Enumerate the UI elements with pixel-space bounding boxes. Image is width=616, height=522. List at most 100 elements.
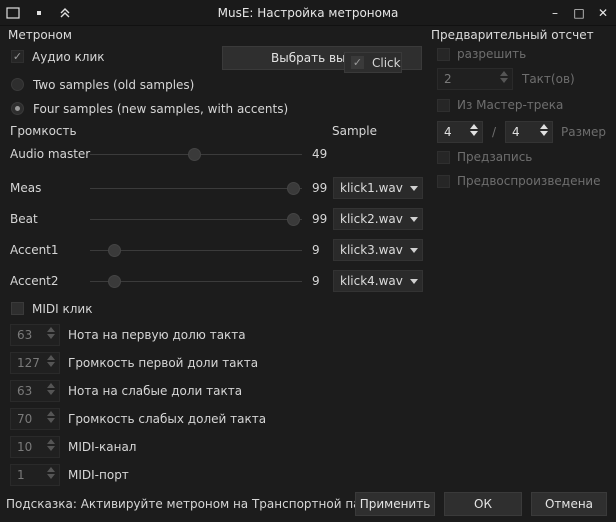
volume-row-label: Accent1 bbox=[10, 243, 59, 257]
midi-row-label: MIDI-порт bbox=[68, 468, 129, 482]
four-samples-label: Four samples (new samples, with accents) bbox=[33, 102, 289, 116]
signature-numerator-value: 4 bbox=[444, 125, 452, 139]
click-output-popup[interactable]: ✓ Click bbox=[344, 52, 402, 73]
chevron-down-icon bbox=[410, 248, 418, 253]
spin-arrows-icon bbox=[47, 383, 55, 395]
meas-sample-select[interactable]: klick1.wav bbox=[333, 177, 423, 199]
precount-bars-value: 2 bbox=[444, 72, 452, 86]
precount-enable-checkbox[interactable] bbox=[437, 48, 450, 61]
four-samples-radio[interactable] bbox=[11, 102, 24, 115]
midi-row-label: MIDI-канал bbox=[68, 440, 137, 454]
midi-spin[interactable]: 10 bbox=[10, 436, 60, 458]
audio-master-slider-knob[interactable] bbox=[187, 148, 201, 161]
preroll-checkbox[interactable] bbox=[437, 175, 450, 188]
midi-spin-value: 63 bbox=[17, 328, 33, 342]
signature-numerator-spin[interactable]: 4 bbox=[437, 121, 483, 143]
accent2-sample-select[interactable]: klick4.wav bbox=[333, 270, 423, 292]
signature-denominator-spin[interactable]: 4 bbox=[505, 121, 553, 143]
midi-click-checkbox[interactable] bbox=[11, 302, 24, 315]
spin-arrows-icon bbox=[470, 124, 478, 136]
midi-spin-value: 70 bbox=[17, 412, 33, 426]
chevron-down-icon bbox=[410, 279, 418, 284]
audio-click-checkbox[interactable]: ✓ bbox=[11, 50, 24, 63]
midi-spin[interactable]: 1 bbox=[10, 464, 60, 486]
two-samples-radio[interactable] bbox=[11, 78, 24, 91]
cancel-button[interactable]: Отмена bbox=[531, 492, 607, 516]
accent1-slider[interactable] bbox=[90, 250, 302, 251]
beat-slider-knob[interactable] bbox=[287, 213, 300, 226]
chevron-down-icon bbox=[410, 186, 418, 191]
midi-row-label: Громкость слабых долей такта bbox=[68, 412, 267, 426]
precount-section-title: Предварительный отсчет bbox=[431, 28, 594, 42]
prerecord-label: Предзапись bbox=[457, 150, 533, 164]
signature-size-label: Размер bbox=[561, 125, 607, 139]
from-master-label: Из Мастер-трека bbox=[457, 98, 564, 112]
spin-arrows-icon bbox=[47, 439, 55, 451]
beat-sample-value: klick2.wav bbox=[340, 212, 403, 226]
midi-spin[interactable]: 70 bbox=[10, 408, 60, 430]
spin-arrows-icon bbox=[47, 327, 55, 339]
close-button[interactable]: ✕ bbox=[594, 4, 612, 22]
volume-row-label: Meas bbox=[10, 181, 42, 195]
signature-separator: / bbox=[492, 125, 497, 139]
meas-sample-value: klick1.wav bbox=[340, 181, 403, 195]
ok-button[interactable]: ОК bbox=[444, 492, 522, 516]
select-outputs-label: Выбрать вых bbox=[271, 51, 353, 65]
spin-arrows-icon bbox=[47, 355, 55, 367]
volume-value: 49 bbox=[312, 147, 328, 161]
precount-enable-label: разрешить bbox=[457, 47, 527, 61]
midi-spin-value: 127 bbox=[17, 356, 40, 370]
beat-sample-select[interactable]: klick2.wav bbox=[333, 208, 423, 230]
sample-header: Sample bbox=[332, 124, 377, 138]
midi-row-label: Нота на первую долю такта bbox=[68, 328, 246, 342]
midi-click-label: MIDI клик bbox=[32, 302, 93, 316]
window-title: MusE: Настройка метронома bbox=[217, 6, 399, 20]
accent1-sample-value: klick3.wav bbox=[340, 243, 403, 257]
midi-spin-value: 10 bbox=[17, 440, 33, 454]
volume-row-label: Audio master bbox=[10, 147, 91, 161]
midi-spin-value: 1 bbox=[17, 468, 25, 482]
volume-header: Громкость bbox=[10, 124, 77, 138]
volume-row-label: Accent2 bbox=[10, 274, 59, 288]
minimize-button[interactable]: – bbox=[546, 4, 564, 22]
midi-row-label: Нота на слабые доли такта bbox=[68, 384, 243, 398]
apply-button[interactable]: Применить bbox=[355, 492, 435, 516]
volume-value: 9 bbox=[312, 243, 320, 257]
volume-value: 99 bbox=[312, 212, 328, 226]
meas-slider-knob[interactable] bbox=[287, 182, 300, 195]
from-master-checkbox[interactable] bbox=[437, 99, 450, 112]
midi-row-label: Громкость первой доли такта bbox=[68, 356, 259, 370]
midi-spin[interactable]: 63 bbox=[10, 324, 60, 346]
signature-denominator-value: 4 bbox=[512, 125, 520, 139]
spin-arrows-icon bbox=[47, 411, 55, 423]
volume-row-label: Beat bbox=[10, 212, 38, 226]
accent1-sample-select[interactable]: klick3.wav bbox=[333, 239, 423, 261]
maximize-button[interactable]: □ bbox=[570, 4, 588, 22]
audio-click-label: Аудио клик bbox=[32, 50, 105, 64]
accent2-slider-knob[interactable] bbox=[107, 275, 121, 288]
title-bar: MusE: Настройка метронома – □ ✕ bbox=[0, 0, 616, 26]
beat-slider[interactable] bbox=[90, 219, 302, 220]
accent2-slider[interactable] bbox=[90, 281, 302, 282]
prerecord-checkbox[interactable] bbox=[437, 151, 450, 164]
volume-value: 99 bbox=[312, 181, 328, 195]
chevron-down-icon bbox=[410, 217, 418, 222]
metronome-section-title: Метроном bbox=[8, 28, 72, 42]
click-output-checkbox[interactable]: ✓ bbox=[351, 56, 364, 69]
spin-arrows-icon bbox=[540, 124, 548, 136]
midi-spin[interactable]: 63 bbox=[10, 380, 60, 402]
spin-arrows-icon bbox=[500, 71, 508, 83]
accent1-slider-knob[interactable] bbox=[107, 244, 121, 257]
midi-spin[interactable]: 127 bbox=[10, 352, 60, 374]
accent2-sample-value: klick4.wav bbox=[340, 274, 403, 288]
volume-value: 9 bbox=[312, 274, 320, 288]
preroll-label: Предвоспроизведение bbox=[457, 174, 601, 188]
click-output-label: Click bbox=[372, 55, 401, 70]
two-samples-label: Two samples (old samples) bbox=[33, 78, 195, 92]
precount-bars-label: Такт(ов) bbox=[522, 72, 575, 86]
spin-arrows-icon bbox=[47, 467, 55, 479]
precount-bars-spin[interactable]: 2 bbox=[437, 68, 513, 90]
midi-spin-value: 63 bbox=[17, 384, 33, 398]
title-bar-right-controls: – □ ✕ bbox=[546, 4, 612, 22]
meas-slider[interactable] bbox=[90, 188, 302, 189]
